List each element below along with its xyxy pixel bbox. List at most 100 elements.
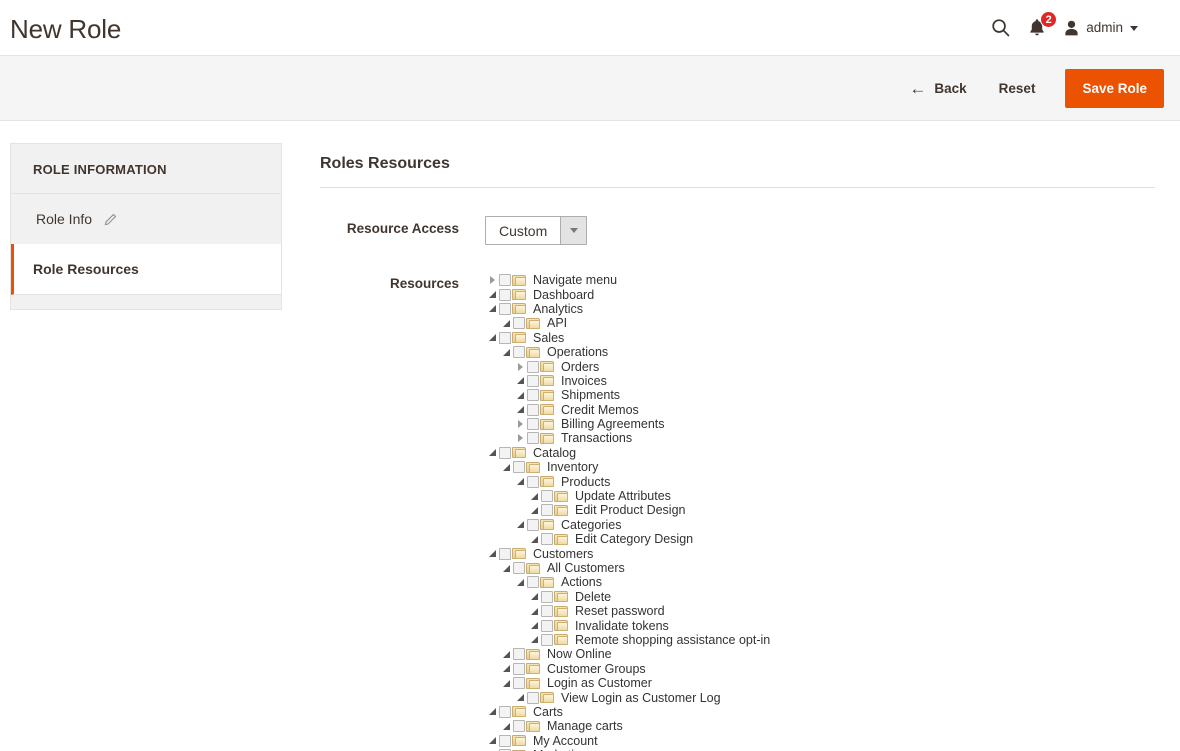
resource-label[interactable]: Products	[560, 475, 610, 489]
notifications-button[interactable]: 2	[1028, 11, 1058, 37]
expand-arrow-icon[interactable]	[485, 273, 499, 287]
expand-arrow-icon[interactable]	[513, 360, 527, 374]
resource-checkbox[interactable]	[513, 677, 525, 690]
resource-label[interactable]: Remote shopping assistance opt-in	[574, 633, 770, 647]
collapse-arrow-icon[interactable]	[485, 288, 499, 302]
tree-row[interactable]: Manage carts	[485, 719, 1155, 733]
resource-checkbox[interactable]	[499, 705, 511, 718]
tree-row[interactable]: Dashboard	[485, 287, 1155, 302]
tree-row[interactable]: Credit Memos	[485, 403, 1155, 417]
collapse-arrow-icon[interactable]	[485, 547, 499, 561]
resource-label[interactable]: Catalog	[532, 446, 576, 460]
resource-checkbox[interactable]	[513, 317, 525, 330]
resource-checkbox[interactable]	[513, 648, 525, 661]
resource-checkbox[interactable]	[527, 475, 539, 488]
tree-row[interactable]: Categories	[485, 518, 1155, 532]
resource-label[interactable]: Edit Product Design	[574, 503, 685, 517]
search-icon[interactable]	[991, 18, 1010, 37]
resource-label[interactable]: Sales	[532, 331, 564, 345]
collapse-arrow-icon[interactable]	[527, 489, 541, 503]
tree-row[interactable]: Sales	[485, 331, 1155, 345]
tree-row[interactable]: Operations	[485, 345, 1155, 359]
resource-label[interactable]: Dashboard	[532, 288, 594, 302]
collapse-arrow-icon[interactable]	[485, 705, 499, 719]
resource-label[interactable]: Delete	[574, 590, 611, 604]
resource-checkbox[interactable]	[527, 403, 539, 416]
tree-row[interactable]: Carts	[485, 705, 1155, 719]
resource-checkbox[interactable]	[499, 331, 511, 344]
expand-arrow-icon[interactable]	[513, 431, 527, 445]
resource-label[interactable]: Update Attributes	[574, 489, 671, 503]
resource-checkbox[interactable]	[499, 288, 511, 301]
resource-checkbox[interactable]	[541, 533, 553, 546]
resource-checkbox[interactable]	[541, 490, 553, 503]
collapse-arrow-icon[interactable]	[485, 331, 499, 345]
resource-label[interactable]: Reset password	[574, 604, 665, 618]
collapse-arrow-icon[interactable]	[499, 676, 513, 690]
tree-row[interactable]: Update Attributes	[485, 489, 1155, 503]
resource-label[interactable]: Operations	[546, 345, 608, 359]
collapse-arrow-icon[interactable]	[513, 388, 527, 402]
tree-row[interactable]: All Customers	[485, 561, 1155, 575]
tree-row[interactable]: Remote shopping assistance opt-in	[485, 633, 1155, 647]
resource-label[interactable]: API	[546, 316, 567, 330]
resource-label[interactable]: Customers	[532, 547, 593, 561]
tree-row[interactable]: API	[485, 316, 1155, 330]
resource-checkbox[interactable]	[513, 461, 525, 474]
resource-checkbox[interactable]	[499, 302, 511, 315]
tree-row[interactable]: My Account	[485, 734, 1155, 748]
resource-label[interactable]: My Account	[532, 734, 598, 748]
collapse-arrow-icon[interactable]	[527, 604, 541, 618]
collapse-arrow-icon[interactable]	[527, 503, 541, 517]
resource-checkbox[interactable]	[513, 346, 525, 359]
collapse-arrow-icon[interactable]	[513, 403, 527, 417]
tree-row[interactable]: Edit Category Design	[485, 532, 1155, 546]
collapse-arrow-icon[interactable]	[499, 662, 513, 676]
user-menu[interactable]: admin	[1064, 20, 1138, 36]
collapse-arrow-icon[interactable]	[499, 460, 513, 474]
resource-label[interactable]: All Customers	[546, 561, 625, 575]
resource-label[interactable]: Orders	[560, 360, 599, 374]
resource-label[interactable]: Login as Customer	[546, 676, 652, 690]
resource-checkbox[interactable]	[541, 633, 553, 646]
resource-label[interactable]: Edit Category Design	[574, 532, 693, 546]
resource-checkbox[interactable]	[527, 374, 539, 387]
resource-label[interactable]: Shipments	[560, 388, 620, 402]
collapse-arrow-icon[interactable]	[527, 590, 541, 604]
resource-label[interactable]: Billing Agreements	[560, 417, 665, 431]
resource-label[interactable]: Carts	[532, 705, 563, 719]
collapse-arrow-icon[interactable]	[527, 532, 541, 546]
tree-row[interactable]: Delete	[485, 590, 1155, 604]
resource-checkbox[interactable]	[513, 662, 525, 675]
resource-label[interactable]: Customer Groups	[546, 662, 646, 676]
resource-label[interactable]: Navigate menu	[532, 273, 617, 287]
resource-checkbox[interactable]	[527, 418, 539, 431]
tree-row[interactable]: Reset password	[485, 604, 1155, 618]
resource-checkbox[interactable]	[499, 734, 511, 747]
tree-row[interactable]: Products	[485, 474, 1155, 489]
tree-row[interactable]: Shipments	[485, 388, 1155, 402]
resource-checkbox[interactable]	[499, 274, 511, 287]
tree-row[interactable]: Orders	[485, 359, 1155, 374]
collapse-arrow-icon[interactable]	[485, 446, 499, 460]
tree-row[interactable]: Edit Product Design	[485, 503, 1155, 517]
resource-label[interactable]: Now Online	[546, 647, 612, 661]
resource-checkbox[interactable]	[541, 605, 553, 618]
resource-access-select[interactable]: Custom	[485, 216, 588, 245]
resource-checkbox[interactable]	[541, 504, 553, 517]
tree-row[interactable]: Login as Customer	[485, 676, 1155, 690]
tree-row[interactable]: Customers	[485, 546, 1155, 561]
tree-row[interactable]: Actions	[485, 575, 1155, 589]
resource-checkbox[interactable]	[541, 590, 553, 603]
collapse-arrow-icon[interactable]	[513, 518, 527, 532]
collapse-arrow-icon[interactable]	[499, 316, 513, 330]
resource-label[interactable]: Manage carts	[546, 719, 623, 733]
tree-row[interactable]: Invalidate tokens	[485, 618, 1155, 633]
resource-label[interactable]: Invalidate tokens	[574, 619, 669, 633]
collapse-arrow-icon[interactable]	[485, 734, 499, 748]
tree-row[interactable]: Billing Agreements	[485, 417, 1155, 431]
collapse-arrow-icon[interactable]	[527, 619, 541, 633]
resource-checkbox[interactable]	[527, 432, 539, 445]
collapse-arrow-icon[interactable]	[513, 575, 527, 589]
collapse-arrow-icon[interactable]	[499, 345, 513, 359]
